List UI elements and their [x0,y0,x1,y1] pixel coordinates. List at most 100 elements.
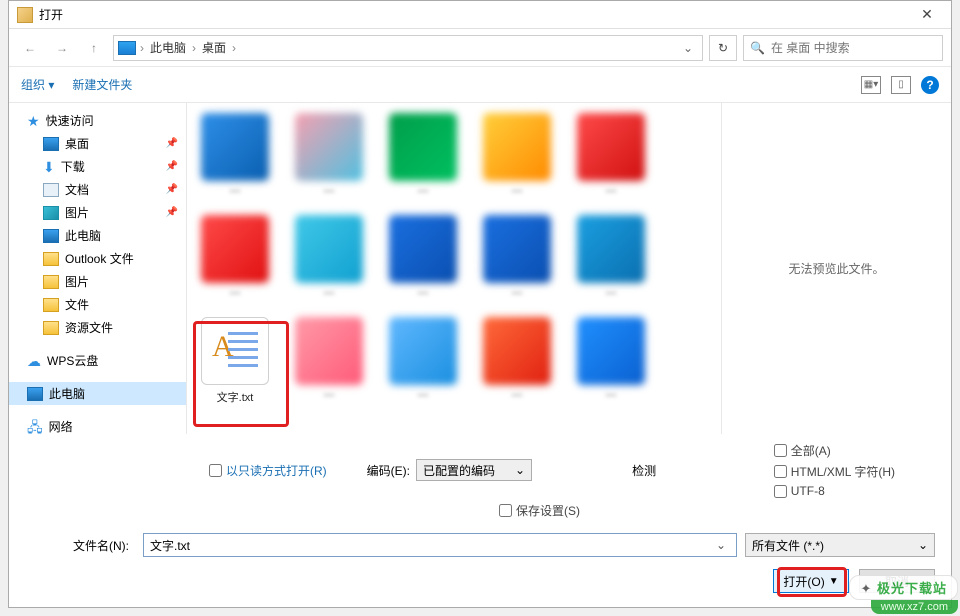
save-settings-checkbox[interactable]: 保存设置(S) [499,502,580,519]
download-icon: ⬇ [43,160,55,174]
app-tile-icon [483,113,551,181]
detect-all-checkbox[interactable]: 全部(A) [774,442,895,459]
pin-icon: 📌 [166,161,178,172]
filename-input[interactable] [150,538,712,552]
sidebar-item-files[interactable]: 文件 [9,293,186,316]
sidebar-item-desktop[interactable]: 桌面 📌 [9,132,186,155]
sidebar-item-thispc-qa[interactable]: 此电脑 [9,224,186,247]
filename-combobox[interactable]: ⌄ [143,533,737,557]
encoding-label: 编码(E): [367,462,410,479]
folder-icon [43,275,59,289]
back-button[interactable]: ← [17,35,43,61]
file-type-filter[interactable]: 所有文件 (*.*) [745,533,935,557]
detect-options: 全部(A) HTML/XML 字符(H) UTF-8 [774,442,935,498]
sidebar-item-documents[interactable]: 文档 📌 [9,178,186,201]
open-file-dialog: 打开 ✕ ← → ↑ › 此电脑 › 桌面 › ⌄ ↻ 🔍 组织 ▾ 新建文件夹… [8,0,952,608]
file-label: — [195,185,275,197]
file-item[interactable]: — [383,317,463,405]
file-list[interactable]: ————— ————— 文字.txt———— [187,103,721,434]
file-item[interactable]: — [195,215,275,299]
pc-icon [27,387,43,401]
address-dropdown[interactable]: ⌄ [678,36,698,60]
cloud-icon: ☁ [27,354,41,368]
search-box[interactable]: 🔍 [743,35,943,61]
encoding-group: 编码(E): 已配置的编码 [367,459,532,481]
app-tile-icon [577,113,645,181]
app-tile-icon [577,215,645,283]
nav-row: ← → ↑ › 此电脑 › 桌面 › ⌄ ↻ 🔍 [9,29,951,67]
file-label: — [383,185,463,197]
breadcrumb-thispc[interactable]: 此电脑 [148,39,188,56]
sidebar-network[interactable]: 🖧 网络 [9,415,186,434]
app-icon [17,7,33,23]
file-item[interactable]: 文字.txt [195,317,275,405]
forward-button[interactable]: → [49,35,75,61]
app-tile-icon [389,113,457,181]
preview-pane-button[interactable]: ▯ [891,76,911,94]
sidebar-item-resources[interactable]: 资源文件 [9,316,186,339]
filename-row: 文件名(N): ⌄ 所有文件 (*.*) [9,523,951,561]
toolbar: 组织 ▾ 新建文件夹 ▦▾ ▯ ? [9,67,951,103]
readonly-checkbox-input[interactable] [209,464,222,477]
sidebar-item-pictures[interactable]: 图片 📌 [9,201,186,224]
file-row: — — — — — [195,113,713,197]
sidebar-item-outlook[interactable]: Outlook 文件 [9,247,186,270]
network-icon: 🖧 [27,420,43,434]
file-item[interactable]: — [477,113,557,197]
file-item[interactable]: — [477,215,557,299]
app-tile-icon [201,113,269,181]
address-bar[interactable]: › 此电脑 › 桌面 › ⌄ [113,35,703,61]
file-item[interactable]: — [289,317,369,405]
sidebar-item-downloads[interactable]: ⬇ 下载 📌 [9,155,186,178]
file-item[interactable]: — [571,317,651,405]
app-tile-icon [389,317,457,385]
file-row: ————— [195,215,713,299]
readonly-checkbox[interactable]: 以只读方式打开(R) [209,462,327,479]
breadcrumb-desktop[interactable]: 桌面 [200,39,228,56]
app-tile-icon [483,215,551,283]
open-button[interactable]: 打开(O)▼ [773,569,849,593]
app-tile-icon [577,317,645,385]
location-icon [118,41,136,55]
star-icon: ★ [27,114,40,128]
search-icon: 🔍 [750,41,765,55]
file-item[interactable]: — [289,113,369,197]
sidebar: ★ 快速访问 桌面 📌 ⬇ 下载 📌 文档 📌 图片 📌 [9,103,187,434]
cancel-button[interactable]: 取消 [859,569,935,593]
close-button[interactable]: ✕ [911,4,943,26]
preview-pane: 无法预览此文件。 [721,103,951,434]
encoding-select[interactable]: 已配置的编码 [416,459,532,481]
dialog-title: 打开 [39,6,63,23]
up-button[interactable]: ↑ [81,35,107,61]
new-folder-button[interactable]: 新建文件夹 [72,76,132,93]
view-mode-button[interactable]: ▦▾ [861,76,881,94]
file-item[interactable]: — [289,215,369,299]
file-item[interactable]: — [383,113,463,197]
file-label: — [571,185,651,197]
file-item[interactable]: — [195,113,275,197]
file-item[interactable]: — [477,317,557,405]
sidebar-quick-access[interactable]: ★ 快速访问 [9,109,186,132]
file-label: — [383,389,463,401]
sidebar-wps-cloud[interactable]: ☁ WPS云盘 [9,349,186,372]
search-input[interactable] [771,41,936,55]
file-label: 文字.txt [195,389,275,405]
app-tile-icon [483,317,551,385]
sidebar-this-pc[interactable]: 此电脑 [9,382,186,405]
help-button[interactable]: ? [921,76,939,94]
detect-group: 检测 [632,462,656,479]
filename-dropdown[interactable]: ⌄ [712,538,730,552]
file-item[interactable]: — [571,215,651,299]
file-item[interactable]: — [571,113,651,197]
file-item[interactable]: — [383,215,463,299]
file-label: — [477,287,557,299]
organize-menu[interactable]: 组织 ▾ [21,76,54,93]
filename-label: 文件名(N): [25,537,135,554]
pin-icon: 📌 [166,138,178,149]
sidebar-item-pictures2[interactable]: 图片 [9,270,186,293]
refresh-button[interactable]: ↻ [709,35,737,61]
detect-utf8-checkbox[interactable]: UTF-8 [774,484,895,498]
detect-html-checkbox[interactable]: HTML/XML 字符(H) [774,463,895,480]
pin-icon: 📌 [166,207,178,218]
titlebar: 打开 ✕ [9,1,951,29]
